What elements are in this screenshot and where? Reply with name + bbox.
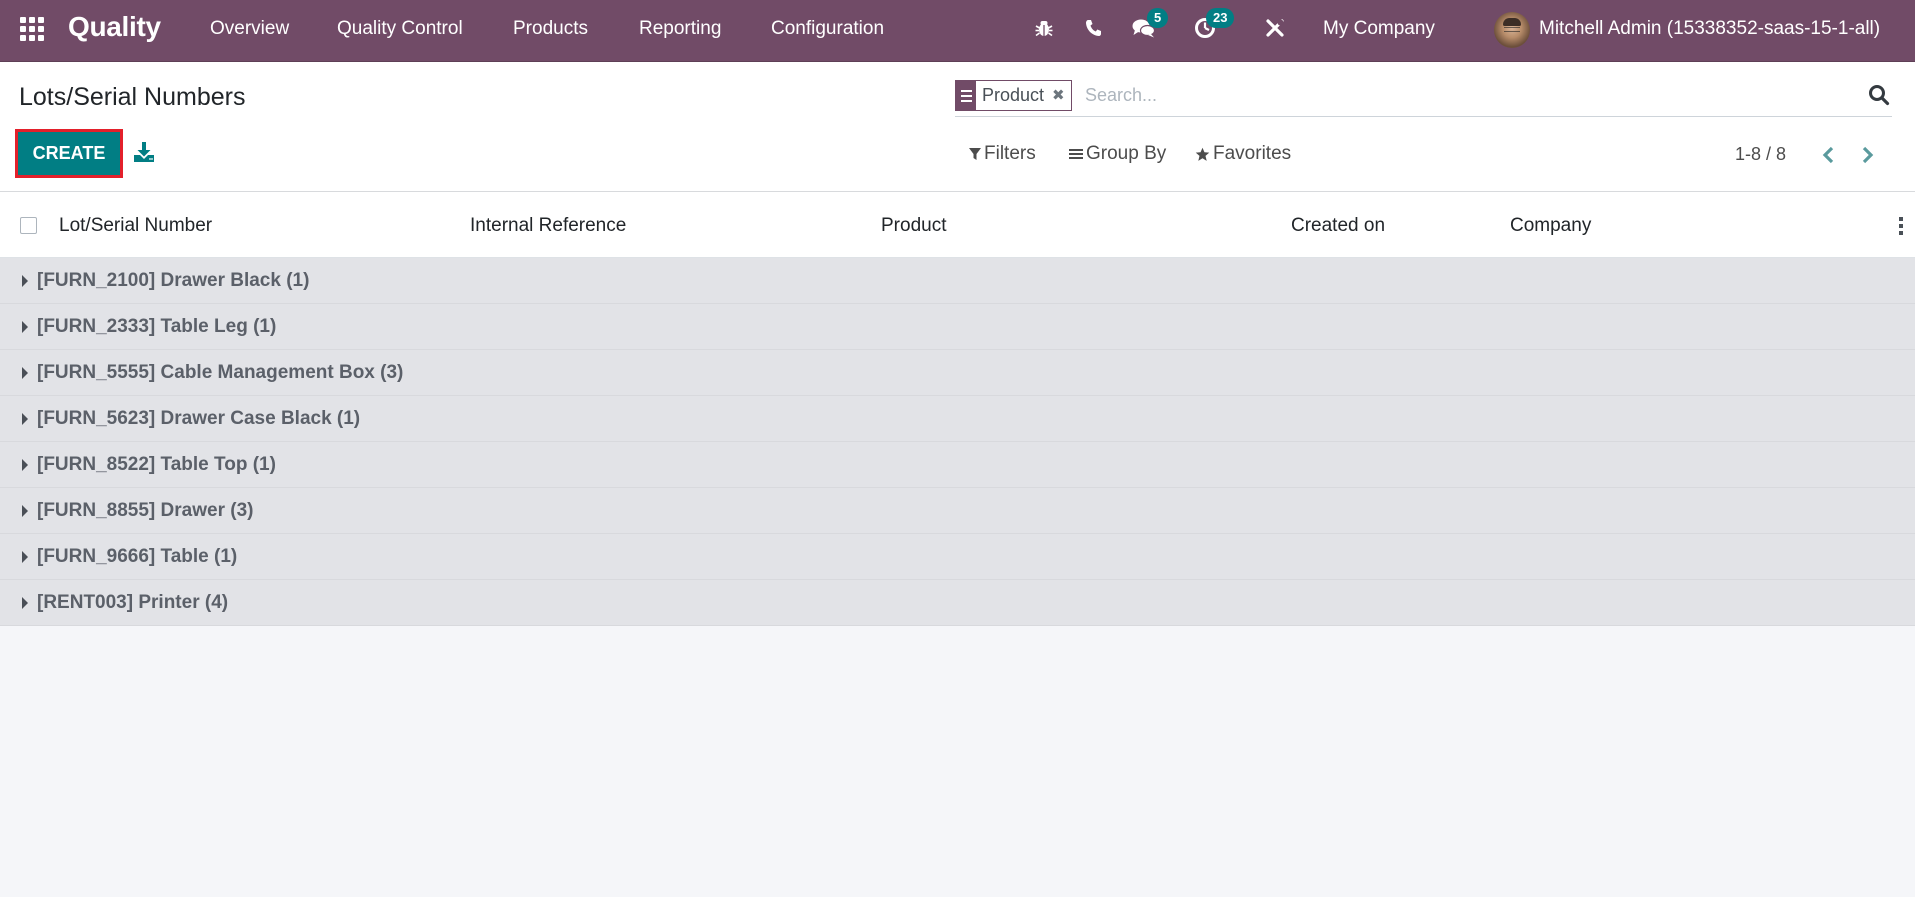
favorites-button[interactable]: Favorites xyxy=(1195,143,1291,165)
user-menu[interactable]: Mitchell Admin (15338352-saas-15-1-all) xyxy=(1539,18,1880,40)
caret-right-icon xyxy=(22,367,28,379)
group-by-icon xyxy=(956,81,976,110)
group-label: [FURN_8855] Drawer (3) xyxy=(37,500,254,521)
list-header: Lot/Serial Number Internal Reference Pro… xyxy=(0,192,1915,258)
column-internal-reference[interactable]: Internal Reference xyxy=(470,215,626,237)
pager-next-button[interactable] xyxy=(1856,142,1880,168)
select-all-checkbox[interactable] xyxy=(20,217,37,234)
group-row[interactable]: [FURN_5555] Cable Management Box (3) xyxy=(0,350,1915,396)
group-by-icon xyxy=(1069,149,1083,159)
group-label: [FURN_2100] Drawer Black (1) xyxy=(37,270,310,291)
column-lot-serial-number[interactable]: Lot/Serial Number xyxy=(59,215,212,237)
control-panel: Lots/Serial Numbers CREATE Product ✖ Fil… xyxy=(0,62,1915,192)
app-name[interactable]: Quality xyxy=(68,11,161,43)
column-created-on[interactable]: Created on xyxy=(1291,215,1385,237)
group-by-button[interactable]: Group By xyxy=(1069,143,1166,165)
facet-value: Product xyxy=(976,81,1051,110)
group-label: [FURN_2333] Table Leg (1) xyxy=(37,316,277,337)
group-row[interactable]: [FURN_8522] Table Top (1) xyxy=(0,442,1915,488)
pager-previous-button[interactable] xyxy=(1816,142,1840,168)
download-icon[interactable] xyxy=(133,141,155,165)
group-row[interactable]: [FURN_9666] Table (1) xyxy=(0,534,1915,580)
column-product[interactable]: Product xyxy=(881,215,946,237)
phone-icon[interactable] xyxy=(1082,14,1104,42)
caret-right-icon xyxy=(22,459,28,471)
create-button[interactable]: CREATE xyxy=(18,132,120,175)
group-label: [RENT003] Printer (4) xyxy=(37,592,229,613)
group-label: [FURN_5555] Cable Management Box (3) xyxy=(37,362,404,383)
close-icon[interactable]: ✖ xyxy=(1050,81,1071,110)
apps-grid-icon[interactable] xyxy=(20,17,46,41)
group-label: [FURN_9666] Table (1) xyxy=(37,546,238,567)
group-row[interactable]: [FURN_2333] Table Leg (1) xyxy=(0,304,1915,350)
group-row[interactable]: [FURN_8855] Drawer (3) xyxy=(0,488,1915,534)
tools-icon[interactable] xyxy=(1264,14,1286,42)
caret-right-icon xyxy=(22,597,28,609)
bug-icon[interactable] xyxy=(1033,14,1055,42)
company-switcher[interactable]: My Company xyxy=(1323,18,1435,40)
activities-count-badge: 23 xyxy=(1206,8,1235,28)
search-facet-product[interactable]: Product ✖ xyxy=(955,80,1072,111)
filter-icon xyxy=(969,148,981,160)
caret-right-icon xyxy=(22,321,28,333)
search-input[interactable] xyxy=(1085,80,1825,111)
caret-right-icon xyxy=(22,275,28,287)
menu-configuration[interactable]: Configuration xyxy=(771,18,884,40)
page-title: Lots/Serial Numbers xyxy=(19,83,246,111)
pager-value[interactable]: 1-8 / 8 xyxy=(1735,144,1786,165)
filters-button[interactable]: Filters xyxy=(969,143,1036,165)
menu-overview[interactable]: Overview xyxy=(210,18,289,40)
group-by-label: Group By xyxy=(1086,143,1167,164)
group-row[interactable]: [FURN_5623] Drawer Case Black (1) xyxy=(0,396,1915,442)
group-row[interactable]: [FURN_2100] Drawer Black (1) xyxy=(0,258,1915,304)
caret-right-icon xyxy=(22,551,28,563)
user-avatar[interactable] xyxy=(1494,12,1530,48)
chevron-left-icon xyxy=(1822,146,1834,164)
filters-label: Filters xyxy=(984,143,1036,164)
group-label: [FURN_8522] Table Top (1) xyxy=(37,454,276,475)
menu-reporting[interactable]: Reporting xyxy=(639,18,721,40)
top-navbar: Quality Overview Quality Control Product… xyxy=(0,0,1915,62)
search-icon[interactable] xyxy=(1868,84,1890,106)
menu-quality-control[interactable]: Quality Control xyxy=(337,18,463,40)
optional-columns-icon[interactable] xyxy=(1897,217,1905,235)
star-icon xyxy=(1195,147,1210,161)
messages-count-badge: 5 xyxy=(1147,8,1169,28)
caret-right-icon xyxy=(22,505,28,517)
caret-right-icon xyxy=(22,413,28,425)
lots-list: Lot/Serial Number Internal Reference Pro… xyxy=(0,192,1915,626)
column-company[interactable]: Company xyxy=(1510,215,1591,237)
menu-products[interactable]: Products xyxy=(513,18,588,40)
favorites-label: Favorites xyxy=(1213,143,1292,164)
chevron-right-icon xyxy=(1862,146,1874,164)
comments-icon[interactable]: 5 xyxy=(1131,8,1169,42)
group-label: [FURN_5623] Drawer Case Black (1) xyxy=(37,408,361,429)
group-row[interactable]: [RENT003] Printer (4) xyxy=(0,580,1915,626)
search-bar: Product ✖ xyxy=(955,80,1892,117)
clock-icon[interactable]: 23 xyxy=(1193,8,1235,42)
